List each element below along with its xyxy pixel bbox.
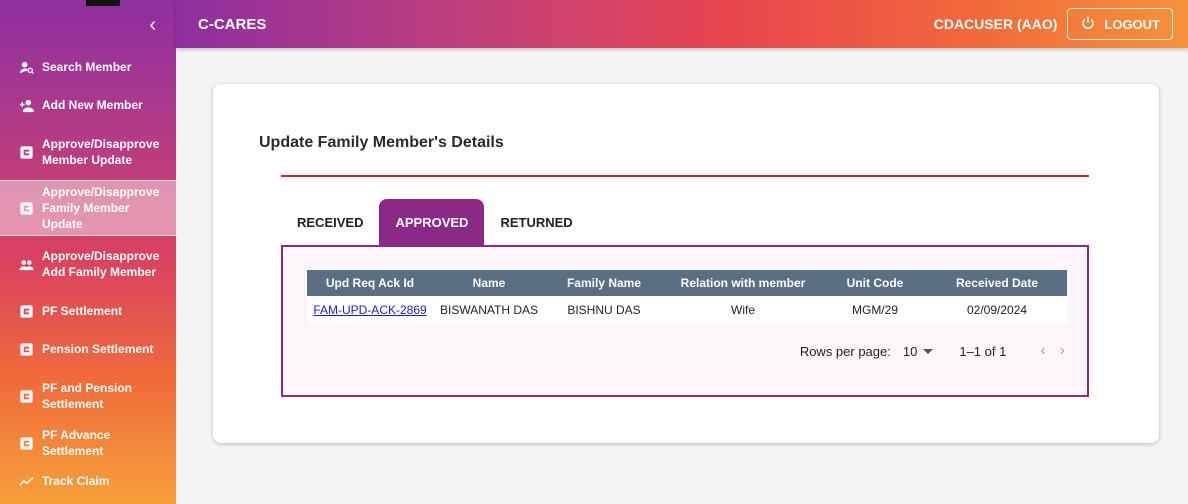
sidebar-item-pension-settlement[interactable]: Pension Settlement	[0, 330, 176, 368]
add-user-icon	[18, 97, 34, 113]
document-icon	[18, 341, 34, 357]
column-header-name[interactable]: Name	[433, 270, 545, 296]
collapse-sidebar-chevron-left-icon[interactable]: ‹	[149, 14, 156, 37]
cell-name: BISWANATH DAS	[433, 296, 545, 324]
sidebar-top-mark	[86, 0, 120, 6]
column-header-ack-id[interactable]: Upd Req Ack Id	[307, 270, 433, 296]
logout-button[interactable]: LOGOUT	[1067, 8, 1173, 40]
rows-per-page-value: 10	[902, 343, 918, 359]
sidebar-item-pf-advance-settlement[interactable]: PF Advance Settlement	[0, 424, 176, 462]
sidebar-item-label: PF and Pension Settlement	[42, 381, 133, 411]
column-header-received-date[interactable]: Received Date	[927, 270, 1067, 296]
column-header-relation[interactable]: Relation with member	[663, 270, 823, 296]
next-page-chevron-right-icon[interactable]: ›	[1060, 342, 1065, 360]
previous-page-chevron-left-icon[interactable]: ‹	[1040, 342, 1045, 360]
document-icon	[18, 303, 34, 319]
power-icon	[1080, 15, 1096, 34]
sidebar-header: ‹	[0, 0, 176, 48]
tab-approved[interactable]: APPROVED	[379, 199, 485, 245]
cell-received-date: 02/09/2024	[927, 296, 1067, 324]
search-user-icon	[18, 59, 34, 75]
tab-received[interactable]: RECEIVED	[281, 199, 379, 245]
rows-per-page-label: Rows per page:	[799, 343, 891, 359]
sidebar-item-approve-member-update[interactable]: Approve/Disapprove Member Update	[0, 124, 176, 180]
cell-relation: Wife	[663, 296, 823, 324]
current-user-label: CDACUSER (AAO)	[933, 16, 1058, 32]
sidebar-item-label: Approve/Disapprove Add Family Member	[42, 249, 160, 279]
sidebar-item-label: Approve/Disapprove Member Update	[42, 137, 160, 167]
pagination-range: 1–1 of 1	[959, 343, 1007, 359]
sidebar-item-pf-and-pension-settlement[interactable]: PF and Pension Settlement	[0, 368, 176, 424]
approved-requests-table: Upd Req Ack Id Name Family Name Relation…	[307, 270, 1067, 324]
trend-icon	[18, 473, 34, 489]
sidebar-item-label: Add New Member	[42, 98, 143, 112]
table-header-row: Upd Req Ack Id Name Family Name Relation…	[307, 270, 1067, 296]
sidebar-item-label: Approve/Disapprove Family Member Update	[42, 185, 160, 231]
page-title: Update Family Member's Details	[259, 134, 504, 151]
sidebar-item-approve-add-family-member[interactable]: Approve/Disapprove Add Family Member	[0, 236, 176, 292]
cell-unit-code: MGM/29	[823, 296, 927, 324]
sidebar-item-search-member[interactable]: Search Member	[0, 48, 176, 86]
top-app-bar: C-CARES CDACUSER (AAO) LOGOUT	[176, 0, 1188, 48]
logout-label: LOGOUT	[1104, 16, 1160, 32]
app-title: C-CARES	[198, 15, 267, 33]
sidebar: ‹ Search Member Add New Member Approve/D…	[0, 0, 176, 504]
column-header-unit-code[interactable]: Unit Code	[823, 270, 927, 296]
sidebar-item-label: Search Member	[42, 60, 132, 74]
document-icon	[18, 435, 34, 451]
caret-down-icon	[923, 348, 934, 354]
group-icon	[18, 256, 34, 272]
sidebar-item-approve-family-member-update[interactable]: Approve/Disapprove Family Member Update	[0, 180, 176, 236]
sidebar-item-track-claim[interactable]: Track Claim	[0, 462, 176, 500]
title-divider	[281, 175, 1089, 177]
column-header-family-name[interactable]: Family Name	[545, 270, 663, 296]
cell-family-name: BISHNU DAS	[545, 296, 663, 324]
document-icon	[18, 388, 34, 404]
document-icon	[18, 200, 34, 216]
tab-bar: RECEIVED APPROVED RETURNED	[281, 199, 589, 245]
cell-ack-id: FAM-UPD-ACK-2869	[307, 296, 433, 324]
sidebar-item-label: PF Settlement	[42, 304, 123, 318]
sidebar-item-label: Pension Settlement	[42, 342, 154, 356]
sidebar-item-label: PF Advance Settlement	[42, 428, 111, 458]
sidebar-item-add-new-member[interactable]: Add New Member	[0, 86, 176, 124]
sidebar-item-pf-settlement[interactable]: PF Settlement	[0, 292, 176, 330]
rows-per-page-select[interactable]: 10	[902, 343, 934, 359]
tab-panel-approved: Upd Req Ack Id Name Family Name Relation…	[281, 245, 1089, 397]
tab-returned[interactable]: RETURNED	[484, 199, 588, 245]
table-row: FAM-UPD-ACK-2869 BISWANATH DAS BISHNU DA…	[307, 296, 1067, 324]
sidebar-item-label: Track Claim	[42, 474, 110, 488]
ack-id-link[interactable]: FAM-UPD-ACK-2869	[313, 303, 426, 317]
document-icon	[18, 144, 34, 160]
table-pagination: Rows per page: 10 1–1 of 1 ‹ ›	[800, 342, 1065, 360]
content-card: Update Family Member's Details RECEIVED …	[213, 84, 1159, 443]
